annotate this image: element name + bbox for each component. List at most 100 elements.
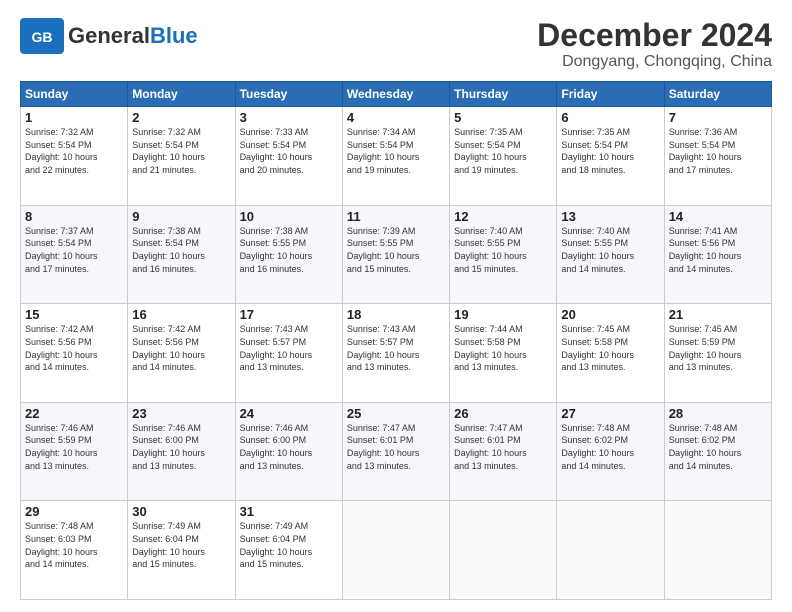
- col-saturday: Saturday: [664, 82, 771, 107]
- logo-text: GeneralBlue: [68, 25, 198, 47]
- day-info: Sunrise: 7:48 AM Sunset: 6:02 PM Dayligh…: [561, 422, 659, 472]
- day-info: Sunrise: 7:48 AM Sunset: 6:03 PM Dayligh…: [25, 520, 123, 570]
- logo-blue: Blue: [150, 23, 198, 48]
- day-info: Sunrise: 7:34 AM Sunset: 5:54 PM Dayligh…: [347, 126, 445, 176]
- day-info: Sunrise: 7:38 AM Sunset: 5:55 PM Dayligh…: [240, 225, 338, 275]
- day-number: 17: [240, 307, 338, 322]
- calendar-cell: 15Sunrise: 7:42 AM Sunset: 5:56 PM Dayli…: [21, 304, 128, 403]
- calendar-cell: 10Sunrise: 7:38 AM Sunset: 5:55 PM Dayli…: [235, 205, 342, 304]
- day-info: Sunrise: 7:46 AM Sunset: 6:00 PM Dayligh…: [132, 422, 230, 472]
- col-thursday: Thursday: [450, 82, 557, 107]
- calendar-cell: 14Sunrise: 7:41 AM Sunset: 5:56 PM Dayli…: [664, 205, 771, 304]
- day-info: Sunrise: 7:41 AM Sunset: 5:56 PM Dayligh…: [669, 225, 767, 275]
- day-info: Sunrise: 7:47 AM Sunset: 6:01 PM Dayligh…: [347, 422, 445, 472]
- calendar-cell: 19Sunrise: 7:44 AM Sunset: 5:58 PM Dayli…: [450, 304, 557, 403]
- calendar-week-2: 8Sunrise: 7:37 AM Sunset: 5:54 PM Daylig…: [21, 205, 772, 304]
- page: GB GeneralBlue December 2024 Dongyang, C…: [0, 0, 792, 612]
- calendar-body: 1Sunrise: 7:32 AM Sunset: 5:54 PM Daylig…: [21, 107, 772, 600]
- day-number: 6: [561, 110, 659, 125]
- title-block: December 2024 Dongyang, Chongqing, China: [537, 18, 772, 71]
- calendar-week-3: 15Sunrise: 7:42 AM Sunset: 5:56 PM Dayli…: [21, 304, 772, 403]
- day-info: Sunrise: 7:49 AM Sunset: 6:04 PM Dayligh…: [132, 520, 230, 570]
- calendar-header: Sunday Monday Tuesday Wednesday Thursday…: [21, 82, 772, 107]
- calendar-cell: 2Sunrise: 7:32 AM Sunset: 5:54 PM Daylig…: [128, 107, 235, 206]
- day-info: Sunrise: 7:45 AM Sunset: 5:59 PM Dayligh…: [669, 323, 767, 373]
- calendar-cell: 23Sunrise: 7:46 AM Sunset: 6:00 PM Dayli…: [128, 402, 235, 501]
- day-number: 24: [240, 406, 338, 421]
- calendar-cell: 8Sunrise: 7:37 AM Sunset: 5:54 PM Daylig…: [21, 205, 128, 304]
- day-info: Sunrise: 7:36 AM Sunset: 5:54 PM Dayligh…: [669, 126, 767, 176]
- header: GB GeneralBlue December 2024 Dongyang, C…: [20, 18, 772, 71]
- day-number: 21: [669, 307, 767, 322]
- calendar-cell: 1Sunrise: 7:32 AM Sunset: 5:54 PM Daylig…: [21, 107, 128, 206]
- calendar-cell: [342, 501, 449, 600]
- day-number: 18: [347, 307, 445, 322]
- calendar-cell: 13Sunrise: 7:40 AM Sunset: 5:55 PM Dayli…: [557, 205, 664, 304]
- day-number: 14: [669, 209, 767, 224]
- day-number: 4: [347, 110, 445, 125]
- calendar-cell: 5Sunrise: 7:35 AM Sunset: 5:54 PM Daylig…: [450, 107, 557, 206]
- day-info: Sunrise: 7:45 AM Sunset: 5:58 PM Dayligh…: [561, 323, 659, 373]
- calendar-cell: 3Sunrise: 7:33 AM Sunset: 5:54 PM Daylig…: [235, 107, 342, 206]
- month-title: December 2024: [537, 18, 772, 53]
- calendar-cell: 18Sunrise: 7:43 AM Sunset: 5:57 PM Dayli…: [342, 304, 449, 403]
- calendar-cell: 16Sunrise: 7:42 AM Sunset: 5:56 PM Dayli…: [128, 304, 235, 403]
- calendar-cell: 31Sunrise: 7:49 AM Sunset: 6:04 PM Dayli…: [235, 501, 342, 600]
- calendar-cell: 30Sunrise: 7:49 AM Sunset: 6:04 PM Dayli…: [128, 501, 235, 600]
- calendar-cell: 29Sunrise: 7:48 AM Sunset: 6:03 PM Dayli…: [21, 501, 128, 600]
- logo-general: General: [68, 23, 150, 48]
- day-number: 9: [132, 209, 230, 224]
- day-number: 1: [25, 110, 123, 125]
- day-number: 25: [347, 406, 445, 421]
- day-info: Sunrise: 7:43 AM Sunset: 5:57 PM Dayligh…: [240, 323, 338, 373]
- day-info: Sunrise: 7:42 AM Sunset: 5:56 PM Dayligh…: [25, 323, 123, 373]
- day-info: Sunrise: 7:33 AM Sunset: 5:54 PM Dayligh…: [240, 126, 338, 176]
- day-info: Sunrise: 7:47 AM Sunset: 6:01 PM Dayligh…: [454, 422, 552, 472]
- calendar-cell: 25Sunrise: 7:47 AM Sunset: 6:01 PM Dayli…: [342, 402, 449, 501]
- day-info: Sunrise: 7:43 AM Sunset: 5:57 PM Dayligh…: [347, 323, 445, 373]
- day-info: Sunrise: 7:44 AM Sunset: 5:58 PM Dayligh…: [454, 323, 552, 373]
- day-info: Sunrise: 7:37 AM Sunset: 5:54 PM Dayligh…: [25, 225, 123, 275]
- calendar-cell: 21Sunrise: 7:45 AM Sunset: 5:59 PM Dayli…: [664, 304, 771, 403]
- logo-icon: GB: [20, 18, 64, 54]
- day-info: Sunrise: 7:40 AM Sunset: 5:55 PM Dayligh…: [561, 225, 659, 275]
- calendar-table: Sunday Monday Tuesday Wednesday Thursday…: [20, 81, 772, 600]
- day-number: 31: [240, 504, 338, 519]
- col-sunday: Sunday: [21, 82, 128, 107]
- calendar-cell: 27Sunrise: 7:48 AM Sunset: 6:02 PM Dayli…: [557, 402, 664, 501]
- header-row: Sunday Monday Tuesday Wednesday Thursday…: [21, 82, 772, 107]
- calendar-cell: 9Sunrise: 7:38 AM Sunset: 5:54 PM Daylig…: [128, 205, 235, 304]
- day-info: Sunrise: 7:35 AM Sunset: 5:54 PM Dayligh…: [454, 126, 552, 176]
- calendar-week-1: 1Sunrise: 7:32 AM Sunset: 5:54 PM Daylig…: [21, 107, 772, 206]
- day-number: 3: [240, 110, 338, 125]
- calendar-week-5: 29Sunrise: 7:48 AM Sunset: 6:03 PM Dayli…: [21, 501, 772, 600]
- day-info: Sunrise: 7:38 AM Sunset: 5:54 PM Dayligh…: [132, 225, 230, 275]
- svg-text:GB: GB: [32, 29, 53, 45]
- calendar-cell: [664, 501, 771, 600]
- location: Dongyang, Chongqing, China: [537, 53, 772, 71]
- calendar-cell: 20Sunrise: 7:45 AM Sunset: 5:58 PM Dayli…: [557, 304, 664, 403]
- day-number: 8: [25, 209, 123, 224]
- col-wednesday: Wednesday: [342, 82, 449, 107]
- day-number: 2: [132, 110, 230, 125]
- day-number: 19: [454, 307, 552, 322]
- day-number: 27: [561, 406, 659, 421]
- day-number: 28: [669, 406, 767, 421]
- day-info: Sunrise: 7:39 AM Sunset: 5:55 PM Dayligh…: [347, 225, 445, 275]
- day-info: Sunrise: 7:46 AM Sunset: 5:59 PM Dayligh…: [25, 422, 123, 472]
- day-number: 12: [454, 209, 552, 224]
- day-number: 7: [669, 110, 767, 125]
- day-info: Sunrise: 7:49 AM Sunset: 6:04 PM Dayligh…: [240, 520, 338, 570]
- day-number: 29: [25, 504, 123, 519]
- day-number: 20: [561, 307, 659, 322]
- calendar-cell: 28Sunrise: 7:48 AM Sunset: 6:02 PM Dayli…: [664, 402, 771, 501]
- day-number: 23: [132, 406, 230, 421]
- day-number: 13: [561, 209, 659, 224]
- day-number: 22: [25, 406, 123, 421]
- calendar-cell: 6Sunrise: 7:35 AM Sunset: 5:54 PM Daylig…: [557, 107, 664, 206]
- calendar-cell: 22Sunrise: 7:46 AM Sunset: 5:59 PM Dayli…: [21, 402, 128, 501]
- logo: GB GeneralBlue: [20, 18, 198, 54]
- day-number: 5: [454, 110, 552, 125]
- col-friday: Friday: [557, 82, 664, 107]
- calendar-cell: 24Sunrise: 7:46 AM Sunset: 6:00 PM Dayli…: [235, 402, 342, 501]
